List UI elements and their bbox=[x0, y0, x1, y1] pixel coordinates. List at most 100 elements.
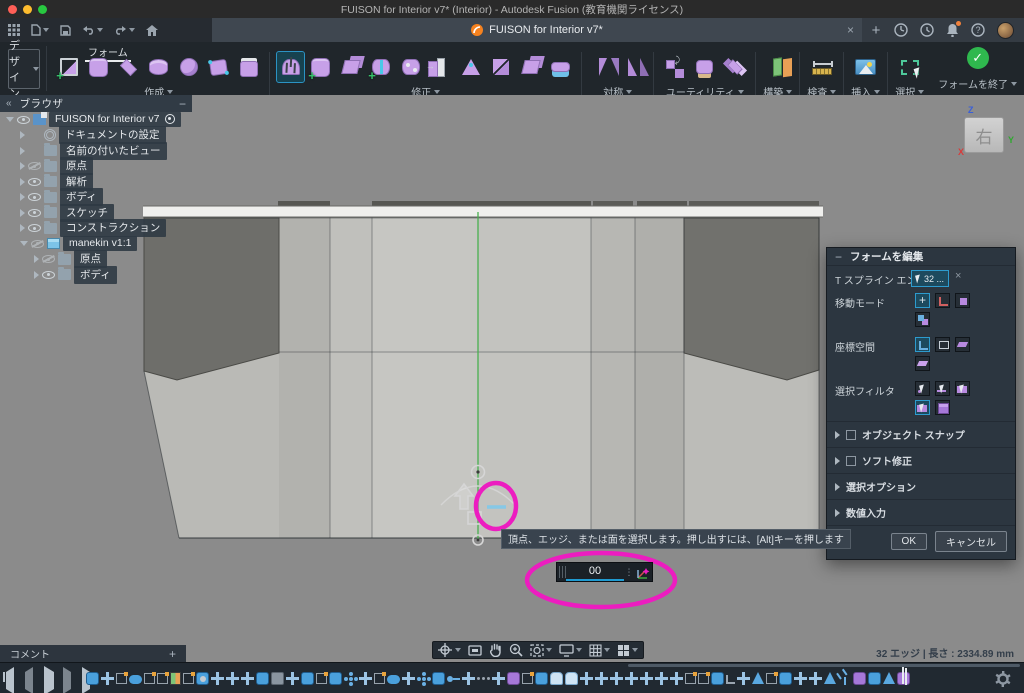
activate-component-icon[interactable] bbox=[165, 114, 175, 124]
timeline-move-icon[interactable] bbox=[655, 672, 668, 685]
close-tab-icon[interactable]: × bbox=[847, 24, 854, 36]
to-brep-tool[interactable] bbox=[691, 52, 718, 82]
dimension-input-box[interactable]: 00 ⋮ bbox=[556, 562, 653, 582]
step-forward-icon[interactable] bbox=[63, 672, 73, 682]
timeline-form-icon[interactable] bbox=[868, 672, 881, 685]
insert-image-tool[interactable] bbox=[852, 52, 879, 82]
timeline-form-icon[interactable] bbox=[432, 672, 445, 685]
eye-visible-icon[interactable] bbox=[42, 271, 55, 279]
timeline-triangle-icon[interactable] bbox=[752, 672, 764, 684]
add-comment-icon[interactable]: + bbox=[169, 647, 176, 661]
browser-row-6[interactable]: スケッチ bbox=[0, 205, 218, 221]
job-status-icon[interactable] bbox=[920, 23, 934, 37]
viewcube-face[interactable]: 右 bbox=[964, 117, 1004, 153]
eye-hidden-icon[interactable] bbox=[42, 255, 55, 263]
browser-row-2[interactable]: 名前の付いたビュー bbox=[0, 143, 218, 159]
display-mode-tool[interactable] bbox=[721, 52, 748, 82]
screen-chip-icon[interactable] bbox=[935, 337, 950, 352]
timeline-form-icon[interactable] bbox=[329, 672, 342, 685]
mirror-internal-tool[interactable] bbox=[589, 52, 616, 82]
look-at-icon[interactable] bbox=[468, 644, 482, 656]
construction-plane-tool[interactable] bbox=[764, 52, 791, 82]
collapse-panel-icon[interactable]: « bbox=[6, 98, 12, 109]
viewports-icon[interactable] bbox=[617, 644, 638, 657]
edit-form-tool[interactable] bbox=[277, 52, 304, 82]
timeline-move-icon[interactable] bbox=[462, 672, 475, 685]
viewport-canvas[interactable]: « ブラウザ − FUISON for Interior v7ドキュメントの設定… bbox=[0, 95, 1024, 662]
browser-row-4[interactable]: 解析 bbox=[0, 174, 218, 190]
chevron-right-icon[interactable] bbox=[835, 483, 840, 491]
timeline-sketch-icon[interactable] bbox=[144, 673, 155, 684]
timeline-purple-icon[interactable] bbox=[507, 672, 520, 685]
cylinder-tool[interactable] bbox=[145, 52, 172, 82]
eye-visible-icon[interactable] bbox=[28, 224, 41, 232]
timeline-flag-icon[interactable] bbox=[897, 672, 910, 685]
timeline-triangle-icon[interactable] bbox=[824, 672, 836, 684]
timeline-sketch-icon[interactable] bbox=[685, 673, 696, 684]
multi-chip-icon[interactable] bbox=[915, 312, 930, 327]
browser-row-8[interactable]: manekin v1:1 bbox=[0, 236, 218, 252]
chevron-down-icon[interactable] bbox=[6, 117, 14, 122]
measure-tool[interactable] bbox=[808, 52, 835, 82]
timeline-blob-icon[interactable] bbox=[387, 675, 400, 684]
timeline-move-icon[interactable] bbox=[640, 672, 653, 685]
eye-visible-icon[interactable] bbox=[28, 209, 41, 217]
timeline-sketch-icon[interactable] bbox=[698, 673, 709, 684]
convert-tool[interactable] bbox=[661, 52, 688, 82]
timeline-move-icon[interactable] bbox=[809, 672, 822, 685]
timeline-pattern-icon[interactable] bbox=[417, 672, 430, 685]
pan-hand-icon[interactable] bbox=[489, 643, 502, 657]
insert-point-tool[interactable] bbox=[307, 52, 334, 82]
eye-hidden-icon[interactable] bbox=[28, 162, 41, 170]
comment-panel[interactable]: コメント + bbox=[0, 645, 186, 662]
file-menu-icon[interactable] bbox=[31, 24, 49, 36]
insert-edge-tool[interactable] bbox=[367, 52, 394, 82]
timeline-move-icon[interactable] bbox=[241, 672, 254, 685]
plane2-chip-icon[interactable] bbox=[915, 356, 930, 371]
options-dots-icon[interactable]: ⋮ bbox=[624, 563, 634, 581]
checkbox-icon[interactable] bbox=[846, 430, 856, 440]
chevron-right-icon[interactable] bbox=[34, 255, 39, 263]
dialog-section-2[interactable]: 選択オプション bbox=[827, 473, 1015, 499]
cancel-button[interactable]: キャンセル bbox=[935, 531, 1007, 552]
timeline-move-icon[interactable] bbox=[492, 672, 505, 685]
browser-row-9[interactable]: 原点 bbox=[0, 252, 218, 268]
dialog-section-0[interactable]: オブジェクト スナップ bbox=[827, 421, 1015, 447]
timeline-sketch-icon[interactable] bbox=[522, 673, 533, 684]
browser-row-1[interactable]: ドキュメントの設定 bbox=[0, 128, 218, 144]
timeline-move-icon[interactable] bbox=[286, 672, 299, 685]
box-tool[interactable] bbox=[85, 52, 112, 82]
thicken-tool[interactable] bbox=[547, 52, 574, 82]
orbit-icon[interactable] bbox=[438, 643, 461, 657]
user-avatar[interactable] bbox=[997, 22, 1014, 39]
dialog-section-1[interactable]: ソフト修正 bbox=[827, 447, 1015, 473]
eye-visible-icon[interactable] bbox=[17, 116, 30, 124]
timeline-sketch-icon[interactable] bbox=[316, 673, 327, 684]
timeline-link-icon[interactable] bbox=[447, 672, 460, 685]
tspline-selection-chip[interactable]: 32 ... bbox=[911, 270, 949, 287]
timeline-sketch-icon[interactable] bbox=[183, 673, 194, 684]
plane-tool[interactable] bbox=[115, 52, 142, 82]
document-tab[interactable]: FUISON for Interior v7* × bbox=[212, 18, 862, 42]
timeline-move-icon[interactable] bbox=[402, 672, 415, 685]
browser-row-0[interactable]: FUISON for Interior v7 bbox=[0, 112, 218, 128]
timeline-form-icon[interactable] bbox=[86, 672, 99, 685]
chevron-right-icon[interactable] bbox=[20, 193, 25, 201]
unweld-edges-tool[interactable] bbox=[487, 52, 514, 82]
timeline-dots-icon[interactable] bbox=[477, 672, 490, 685]
display-settings-icon[interactable] bbox=[559, 644, 582, 657]
timeline-settings-gear-icon[interactable] bbox=[995, 671, 1011, 687]
browser-row-10[interactable]: ボディ bbox=[0, 267, 218, 283]
scale-chip-icon[interactable] bbox=[955, 293, 970, 308]
timeline-move-icon[interactable] bbox=[595, 672, 608, 685]
timeline-form-icon[interactable] bbox=[711, 672, 724, 685]
timeline-round-icon[interactable] bbox=[565, 672, 578, 685]
new-tab-button[interactable]: + bbox=[862, 18, 890, 42]
timeline-sketch-icon[interactable] bbox=[157, 673, 168, 684]
timeline-move-icon[interactable] bbox=[610, 672, 623, 685]
merge-edge-tool[interactable] bbox=[397, 52, 424, 82]
notifications-bell-icon[interactable] bbox=[946, 23, 959, 37]
chevron-down-icon[interactable] bbox=[20, 241, 28, 246]
timeline-purple-icon[interactable] bbox=[853, 672, 866, 685]
timeline-form-icon[interactable] bbox=[301, 672, 314, 685]
